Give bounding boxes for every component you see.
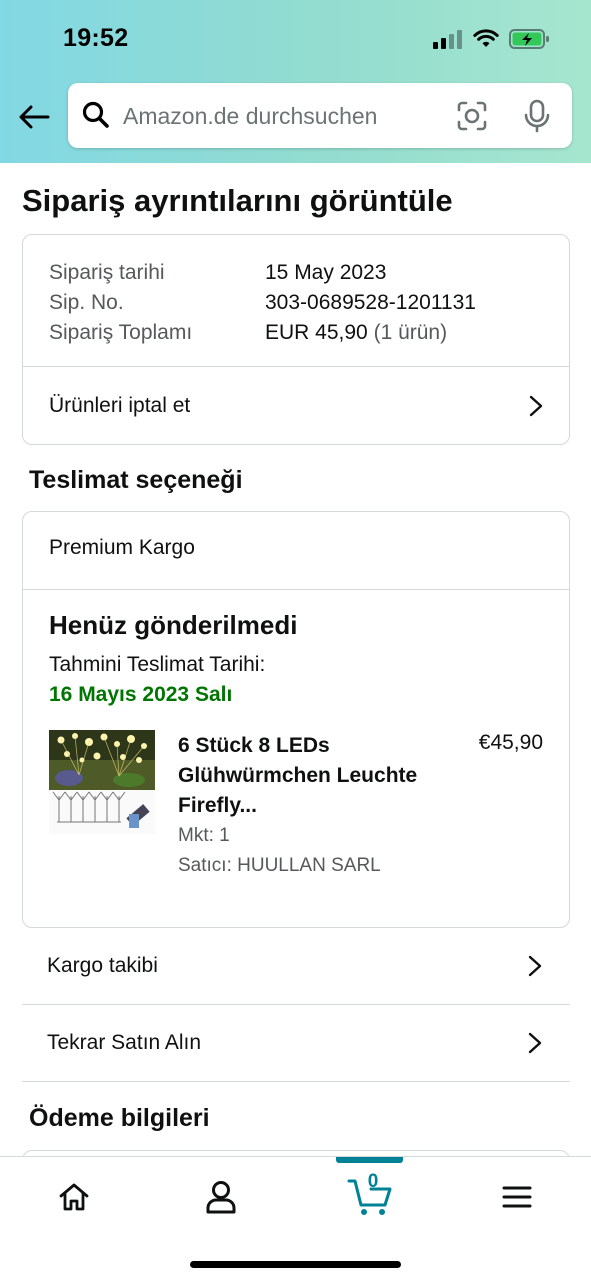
order-total-amount: EUR 45,90 bbox=[265, 321, 368, 344]
order-date-label: Sipariş tarihi bbox=[49, 261, 165, 284]
status-icons bbox=[433, 28, 551, 50]
nav-menu[interactable] bbox=[487, 1175, 547, 1219]
wifi-icon bbox=[473, 29, 499, 47]
chevron-right-icon bbox=[528, 955, 542, 977]
back-button[interactable] bbox=[14, 99, 54, 135]
nav-account[interactable] bbox=[191, 1175, 251, 1219]
delivery-section-title: Teslimat seçeneği bbox=[29, 466, 243, 494]
order-total-label: Sipariş Toplamı bbox=[49, 321, 193, 344]
order-info: Sipariş tarihi 15 May 2023 Sip. No. 303-… bbox=[49, 258, 476, 348]
search-bar[interactable] bbox=[68, 83, 572, 148]
cart-count: 0 bbox=[367, 1171, 379, 1192]
cancel-items-link[interactable]: Ürünleri iptal et bbox=[23, 367, 569, 445]
search-icon bbox=[82, 101, 109, 128]
cancel-items-label: Ürünleri iptal et bbox=[49, 394, 191, 417]
header: 19:52 bbox=[0, 0, 591, 163]
home-icon bbox=[59, 1183, 89, 1211]
camera-scan-icon[interactable] bbox=[456, 100, 488, 132]
chevron-right-icon bbox=[529, 395, 543, 417]
payment-section-title: Ödeme bilgileri bbox=[29, 1104, 210, 1132]
order-number-value: 303-0689528-1201131 bbox=[265, 291, 476, 314]
track-package-label: Kargo takibi bbox=[47, 954, 158, 977]
shipping-method: Premium Kargo bbox=[49, 536, 195, 559]
chevron-right-icon bbox=[528, 1032, 542, 1054]
battery-charging-icon bbox=[509, 29, 549, 49]
nav-cart[interactable]: 0 bbox=[340, 1171, 400, 1221]
product-seller: Satıcı: HUULLAN SARL bbox=[178, 855, 381, 876]
arrow-left-icon bbox=[19, 105, 50, 129]
track-package-link[interactable]: Kargo takibi bbox=[22, 928, 570, 1005]
eta-label: Tahmini Teslimat Tarihi: bbox=[49, 653, 266, 676]
status-time: 19:52 bbox=[63, 24, 129, 52]
product-image[interactable] bbox=[49, 730, 155, 834]
shipment-status: Henüz gönderilmedi bbox=[49, 610, 298, 640]
page-title: Sipariş ayrıntılarını görüntüle bbox=[22, 183, 453, 218]
order-total-value: EUR 45,90 (1 ürün) bbox=[265, 318, 447, 348]
product-quantity: Mkt: 1 bbox=[178, 825, 230, 846]
eta-date: 16 Mayıs 2023 Salı bbox=[49, 683, 233, 706]
search-input[interactable] bbox=[123, 97, 413, 135]
shipment-card: Premium Kargo Henüz gönderilmedi Tahmini… bbox=[22, 511, 570, 928]
order-date-value: 15 May 2023 bbox=[265, 261, 387, 284]
order-total-row: Sipariş Toplamı EUR 45,90 (1 ürün) bbox=[49, 318, 476, 348]
signal-icon bbox=[433, 30, 462, 49]
order-summary-card: Sipariş tarihi 15 May 2023 Sip. No. 303-… bbox=[22, 234, 570, 445]
active-tab-indicator bbox=[336, 1157, 403, 1163]
buy-again-label: Tekrar Satın Alın bbox=[47, 1031, 202, 1054]
solar-firefly-lights-image bbox=[49, 730, 155, 834]
order-item-count: (1 ürün) bbox=[373, 321, 448, 344]
nav-home[interactable] bbox=[44, 1175, 104, 1219]
menu-icon bbox=[502, 1186, 532, 1208]
order-number-row: Sip. No. 303-0689528-1201131 bbox=[49, 288, 476, 318]
buy-again-link[interactable]: Tekrar Satın Alın bbox=[22, 1005, 570, 1082]
product-price: €45,90 bbox=[478, 731, 543, 754]
product-title[interactable]: 6 Stück 8 LEDs Glühwürmchen Leuchte Fire… bbox=[178, 731, 428, 821]
home-indicator bbox=[190, 1261, 401, 1268]
order-date-row: Sipariş tarihi 15 May 2023 bbox=[49, 258, 476, 288]
order-number-label: Sip. No. bbox=[49, 291, 124, 314]
divider bbox=[23, 589, 569, 590]
account-icon bbox=[206, 1181, 236, 1214]
microphone-icon[interactable] bbox=[524, 99, 550, 133]
